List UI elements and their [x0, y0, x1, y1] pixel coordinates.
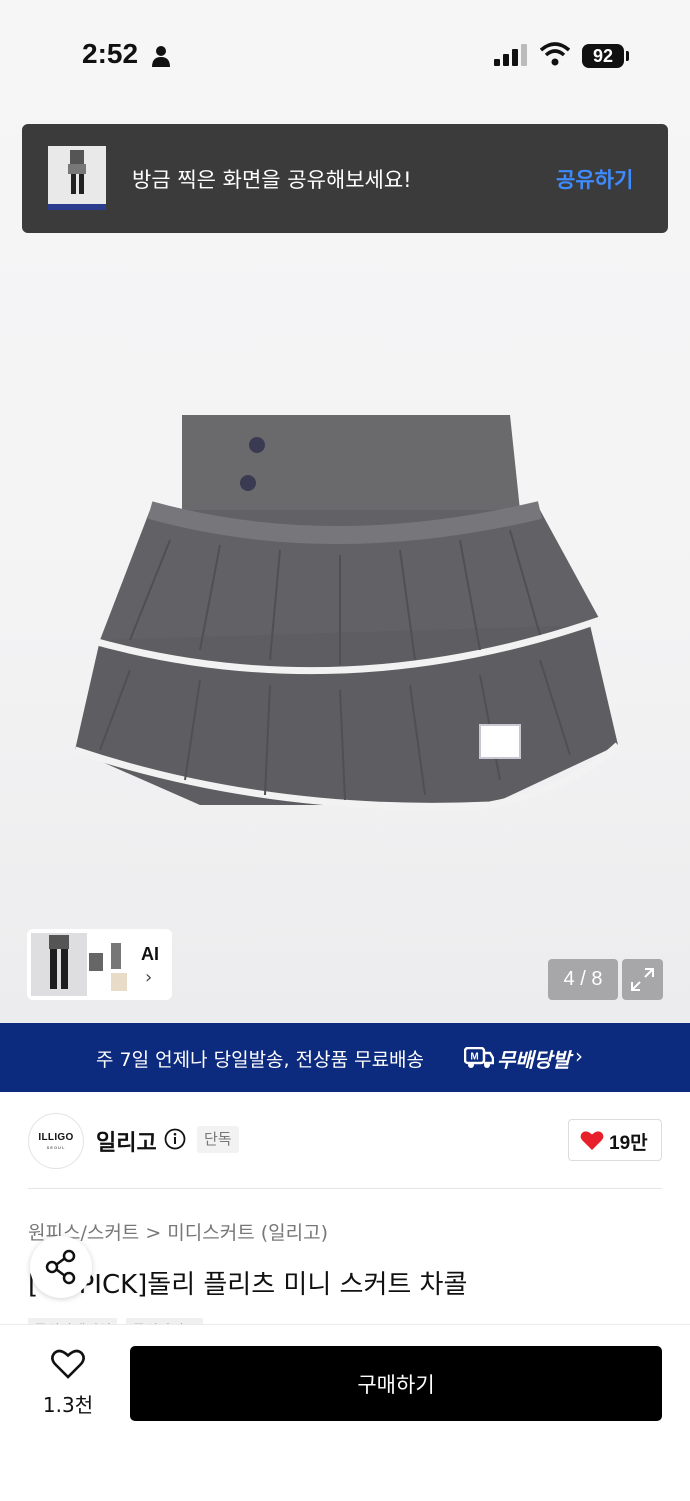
wishlist-button[interactable]: 1.3천 [36, 1349, 100, 1419]
brand-like-button[interactable]: 19만 [568, 1119, 662, 1161]
banner-brand: 무배당발 [497, 1048, 571, 1072]
ai-label: AI [141, 944, 159, 964]
brand-logo-subtext: SEOUL [46, 1145, 66, 1150]
image-counter: 4 / 8 [548, 959, 618, 1000]
banner-text: 주 7일 언제나 당일발송, 전상품 무료배송 [96, 1049, 425, 1071]
wishlist-count: 1.3천 [42, 1393, 94, 1417]
banner-logo-letter: M [470, 1052, 478, 1063]
info-icon[interactable] [164, 1128, 186, 1150]
heart-filled-icon [580, 1131, 604, 1150]
free-shipping-banner[interactable]: 주 7일 언제나 당일발송, 전상품 무료배송 M 무배당발 › [0, 1023, 690, 1092]
buy-button[interactable]: 구매하기 [130, 1346, 662, 1421]
screenshot-thumbnail[interactable] [48, 146, 106, 210]
expand-button[interactable] [622, 959, 663, 1000]
clock: 2:52 [82, 38, 139, 69]
share-action-button[interactable]: 공유하기 [556, 164, 633, 194]
wifi-icon [540, 42, 570, 66]
exclusive-badge: 단독 [197, 1126, 239, 1153]
product-title: [ 은 PICK]돌리 플리츠 미니 스커트 차콜 [28, 1270, 468, 1300]
divider [28, 1188, 662, 1189]
delivery-truck-icon: M [464, 1047, 494, 1068]
brand-name[interactable]: 일리고 [96, 1125, 157, 1157]
battery-tip [626, 51, 629, 61]
brand-like-count: 19만 [609, 1133, 648, 1154]
thumbnail-image [48, 150, 106, 210]
gallery-thumbnails[interactable]: AI › [27, 929, 172, 1000]
thumbnail-detail[interactable] [89, 937, 131, 993]
person-icon [152, 46, 170, 67]
chevron-right-icon: › [575, 1044, 583, 1068]
share-button[interactable] [30, 1236, 92, 1298]
share-toast: 방금 찍은 화면을 공유해보세요! 공유하기 [22, 124, 668, 233]
cellular-signal-icon [494, 44, 527, 66]
skirt-product-image [73, 415, 620, 810]
heart-outline-icon [51, 1349, 85, 1379]
status-bar: 2:52 92 [0, 0, 690, 110]
toast-message: 방금 찍은 화면을 공유해보세요! [132, 168, 412, 192]
chevron-right-icon: › [145, 967, 153, 988]
bottom-action-bar: 1.3천 구매하기 [0, 1324, 690, 1501]
brand-logo[interactable]: ILLIGO SEOUL [28, 1113, 84, 1169]
brand-logo-text: ILLIGO [38, 1132, 74, 1143]
share-icon [45, 1249, 76, 1285]
thumbnail-model[interactable] [31, 933, 87, 996]
expand-icon [631, 968, 654, 991]
battery-level: 92 [582, 44, 624, 68]
